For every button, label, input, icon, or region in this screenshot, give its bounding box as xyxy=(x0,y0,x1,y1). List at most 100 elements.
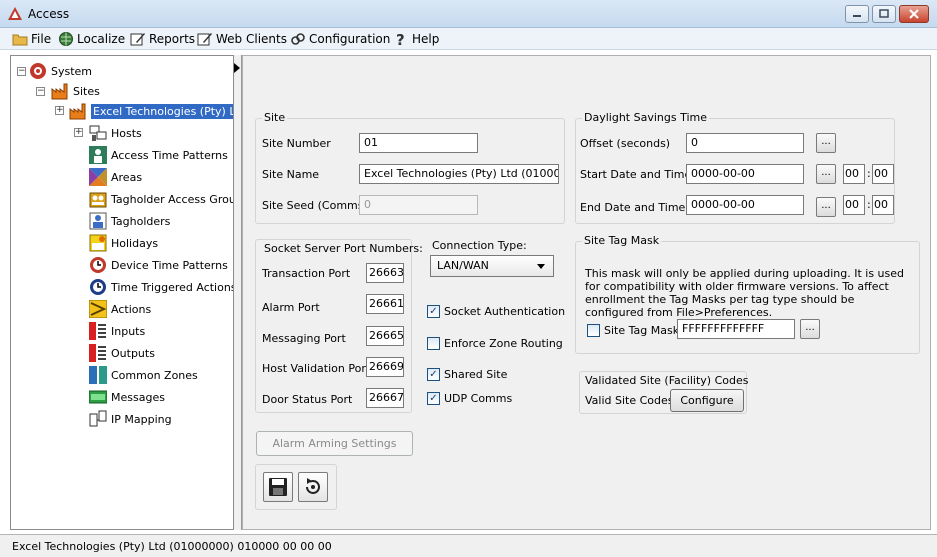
menu-file[interactable]: File xyxy=(12,30,51,48)
factory-icon xyxy=(69,103,86,120)
tree-item-system[interactable]: System xyxy=(29,61,92,81)
shared-site-box[interactable]: ✓ xyxy=(427,368,440,381)
pane-splitter[interactable] xyxy=(234,55,242,530)
site-tag-mask-checkbox[interactable]: Site Tag Mask xyxy=(587,324,679,337)
shared-site-label: Shared Site xyxy=(444,368,508,381)
maximize-icon xyxy=(879,9,889,18)
site-tag-mask-title: Site Tag Mask xyxy=(582,234,662,247)
collapse-arrow-icon[interactable] xyxy=(234,63,240,73)
tree-label-common-zones: Common Zones xyxy=(111,368,198,382)
menu-help[interactable]: ? Help xyxy=(393,30,439,48)
tree-item-actions[interactable]: Actions xyxy=(89,299,151,319)
tree-collapse-system[interactable]: − xyxy=(17,67,26,76)
status-text: Excel Technologies (Pty) Ltd (01000000) … xyxy=(12,540,332,553)
socket-authentication-checkbox[interactable]: ✓ Socket Authentication xyxy=(427,305,565,318)
save-button[interactable] xyxy=(263,472,293,502)
refresh-button[interactable] xyxy=(298,472,328,502)
site-seed-label: Site Seed (Comms) xyxy=(262,199,368,212)
dst-offset-field[interactable]: 0 xyxy=(686,133,804,153)
socket-authentication-box[interactable]: ✓ xyxy=(427,305,440,318)
tree-item-inputs[interactable]: Inputs xyxy=(89,321,145,341)
host-validation-port-field[interactable]: 26669 xyxy=(366,357,404,377)
site-group: Site Site Number 01 Site Name Excel Tech… xyxy=(255,111,565,224)
connection-type-dropdown[interactable]: LAN/WAN xyxy=(430,255,554,277)
tree-item-outputs[interactable]: Outputs xyxy=(89,343,155,363)
common-zones-icon xyxy=(89,366,107,384)
alarm-port-field[interactable]: 26661 xyxy=(366,294,404,314)
dst-end-date-browse-button[interactable]: ... xyxy=(816,197,836,217)
window-title: Access xyxy=(28,7,70,21)
transaction-port-label: Transaction Port xyxy=(262,267,351,280)
menu-reports[interactable]: Reports xyxy=(130,30,195,48)
site-tag-mask-checkbox-label: Site Tag Mask xyxy=(604,324,680,337)
maximize-button[interactable] xyxy=(872,5,896,23)
dst-end-minute-field[interactable]: 00 xyxy=(872,195,894,215)
tree-item-common-zones[interactable]: Common Zones xyxy=(89,365,198,385)
tree-label-access-time-patterns: Access Time Patterns xyxy=(111,148,228,162)
shared-site-checkbox[interactable]: ✓ Shared Site xyxy=(427,368,507,381)
tree-item-access-time-patterns[interactable]: Access Time Patterns xyxy=(89,145,228,165)
site-tag-mask-box[interactable] xyxy=(587,324,600,337)
tree-label-sites: Sites xyxy=(73,84,100,98)
menu-configuration[interactable]: Configuration xyxy=(290,30,390,48)
dst-start-colon: : xyxy=(867,167,871,180)
connection-type-value: LAN/WAN xyxy=(437,259,489,272)
door-status-port-field[interactable]: 26667 xyxy=(366,388,404,408)
close-button[interactable] xyxy=(899,5,929,23)
dst-start-date-browse-button[interactable]: ... xyxy=(816,164,836,184)
tree-item-tagholder-access-groups[interactable]: Tagholder Access Groups xyxy=(89,189,233,209)
tree-item-ip-mapping[interactable]: IP Mapping xyxy=(89,409,172,429)
tree-item-site[interactable]: Excel Technologies (Pty) Ltd xyxy=(69,101,233,121)
tree-label-inputs: Inputs xyxy=(111,324,146,338)
menu-localize[interactable]: Localize xyxy=(58,30,125,48)
udp-comms-checkbox[interactable]: ✓ UDP Comms xyxy=(427,392,512,405)
tree-collapse-sites[interactable]: − xyxy=(36,87,45,96)
dst-end-label: End Date and Time xyxy=(580,201,686,214)
enforce-zone-routing-checkbox[interactable]: Enforce Zone Routing xyxy=(427,337,563,350)
tree-item-hosts[interactable]: Hosts xyxy=(89,123,142,143)
tree-item-messages[interactable]: Messages xyxy=(89,387,165,407)
udp-comms-box[interactable]: ✓ xyxy=(427,392,440,405)
site-tag-mask-description: This mask will only be applied during up… xyxy=(585,267,905,319)
site-group-title: Site xyxy=(262,111,288,124)
hosts-icon xyxy=(89,125,107,141)
tree-label-ip-mapping: IP Mapping xyxy=(111,412,172,426)
dst-start-label: Start Date and Time xyxy=(580,168,692,181)
tree-item-holidays[interactable]: Holidays xyxy=(89,233,158,253)
site-tag-mask-browse-button[interactable]: ... xyxy=(800,319,820,339)
tree-label-holidays: Holidays xyxy=(111,236,159,250)
dst-start-minute-field[interactable]: 00 xyxy=(872,164,894,184)
menu-reports-label: Reports xyxy=(149,32,196,46)
dst-start-hour-field[interactable]: 00 xyxy=(843,164,865,184)
tree-item-time-triggered-actions[interactable]: Time Triggered Actions xyxy=(89,277,233,297)
site-number-field[interactable]: 01 xyxy=(359,133,478,153)
tree-item-areas[interactable]: Areas xyxy=(89,167,142,187)
tree-expand-hosts[interactable]: + xyxy=(74,128,83,137)
tree-item-sites[interactable]: Sites xyxy=(51,81,100,101)
site-seed-field: 0 xyxy=(359,195,478,215)
transaction-port-field[interactable]: 26663 xyxy=(366,263,404,283)
messages-icon xyxy=(89,390,107,404)
dst-start-date-field[interactable]: 0000-00-00 xyxy=(686,164,804,184)
menu-web-clients[interactable]: Web Clients xyxy=(197,30,287,48)
site-tag-mask-field[interactable]: FFFFFFFFFFFFF xyxy=(677,319,795,339)
globe-icon xyxy=(59,32,73,46)
status-bar: Excel Technologies (Pty) Ltd (01000000) … xyxy=(0,534,937,557)
dst-offset-browse-button[interactable]: ... xyxy=(816,133,836,153)
tree-label-actions: Actions xyxy=(111,302,152,316)
site-name-field[interactable]: Excel Technologies (Pty) Ltd (01000000) xyxy=(359,164,559,184)
tree-item-device-time-patterns[interactable]: Device Time Patterns xyxy=(89,255,228,275)
configure-button[interactable]: Configure xyxy=(670,389,744,412)
tree-label-outputs: Outputs xyxy=(111,346,155,360)
tree-item-tagholders[interactable]: Tagholders xyxy=(89,211,170,231)
tree-expand-site[interactable]: + xyxy=(55,106,64,115)
tagholders-icon xyxy=(89,212,107,230)
enforce-zone-routing-box[interactable] xyxy=(427,337,440,350)
tree-label-tagholders: Tagholders xyxy=(111,214,171,228)
dst-end-hour-field[interactable]: 00 xyxy=(843,195,865,215)
minimize-button[interactable] xyxy=(845,5,869,23)
dst-end-date-field[interactable]: 0000-00-00 xyxy=(686,195,804,215)
menu-bar: File Localize Reports Web Clients Config… xyxy=(0,28,937,50)
messaging-port-field[interactable]: 26665 xyxy=(366,326,404,346)
actions-toolbar-group xyxy=(255,464,337,510)
